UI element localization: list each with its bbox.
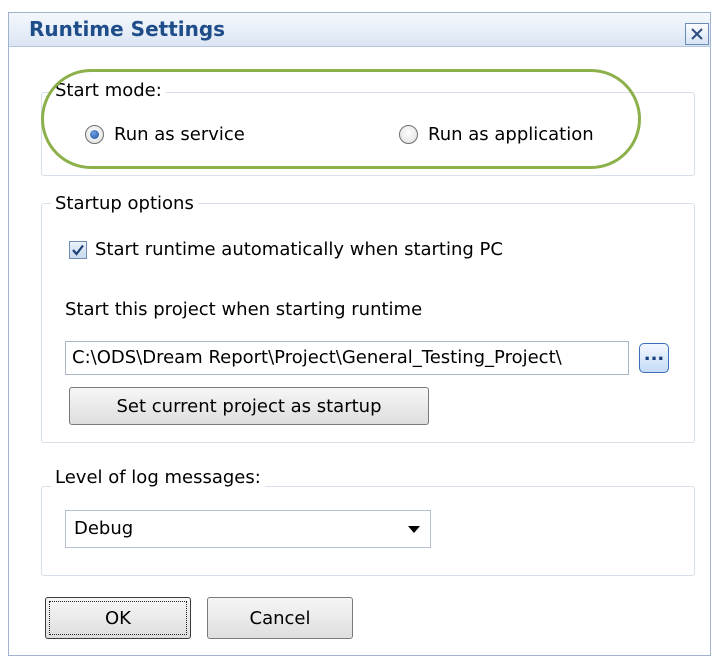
title-bar[interactable]: Runtime Settings	[9, 13, 710, 47]
ok-label: OK	[105, 607, 131, 629]
log-level-dropdown[interactable]: Debug	[65, 510, 431, 548]
startup-project-label: Start this project when starting runtime	[65, 299, 423, 320]
checkmark-icon	[72, 244, 84, 256]
set-current-project-button[interactable]: Set current project as startup	[69, 387, 429, 425]
auto-start-checkbox[interactable]	[69, 240, 87, 259]
runtime-settings-dialog: Runtime Settings Start mode: Run as serv…	[8, 12, 711, 656]
auto-start-label: Start runtime automatically when startin…	[95, 239, 503, 260]
startup-project-path-input[interactable]: C:\ODS\Dream Report\Project\General_Test…	[65, 341, 629, 375]
ok-button[interactable]: OK	[45, 597, 191, 639]
chevron-down-icon	[408, 526, 420, 533]
radio-label-service: Run as service	[114, 124, 245, 145]
radio-run-as-service[interactable]: Run as service	[85, 124, 245, 145]
cancel-label: Cancel	[249, 607, 311, 629]
radio-button-application[interactable]	[399, 125, 418, 144]
radio-button-service[interactable]	[85, 125, 104, 144]
startup-options-legend: Startup options	[51, 193, 198, 215]
browse-button[interactable]: ...	[639, 343, 669, 373]
dialog-title: Runtime Settings	[29, 17, 226, 41]
radio-label-application: Run as application	[428, 124, 594, 145]
auto-start-checkbox-row[interactable]: Start runtime automatically when startin…	[69, 239, 503, 260]
log-level-selected: Debug	[74, 518, 134, 539]
close-button[interactable]	[685, 23, 709, 45]
log-level-legend: Level of log messages:	[51, 467, 265, 489]
radio-run-as-application[interactable]: Run as application	[399, 124, 594, 145]
cancel-button[interactable]: Cancel	[207, 597, 353, 639]
close-icon	[691, 28, 703, 40]
start-mode-legend: Start mode:	[51, 80, 166, 102]
